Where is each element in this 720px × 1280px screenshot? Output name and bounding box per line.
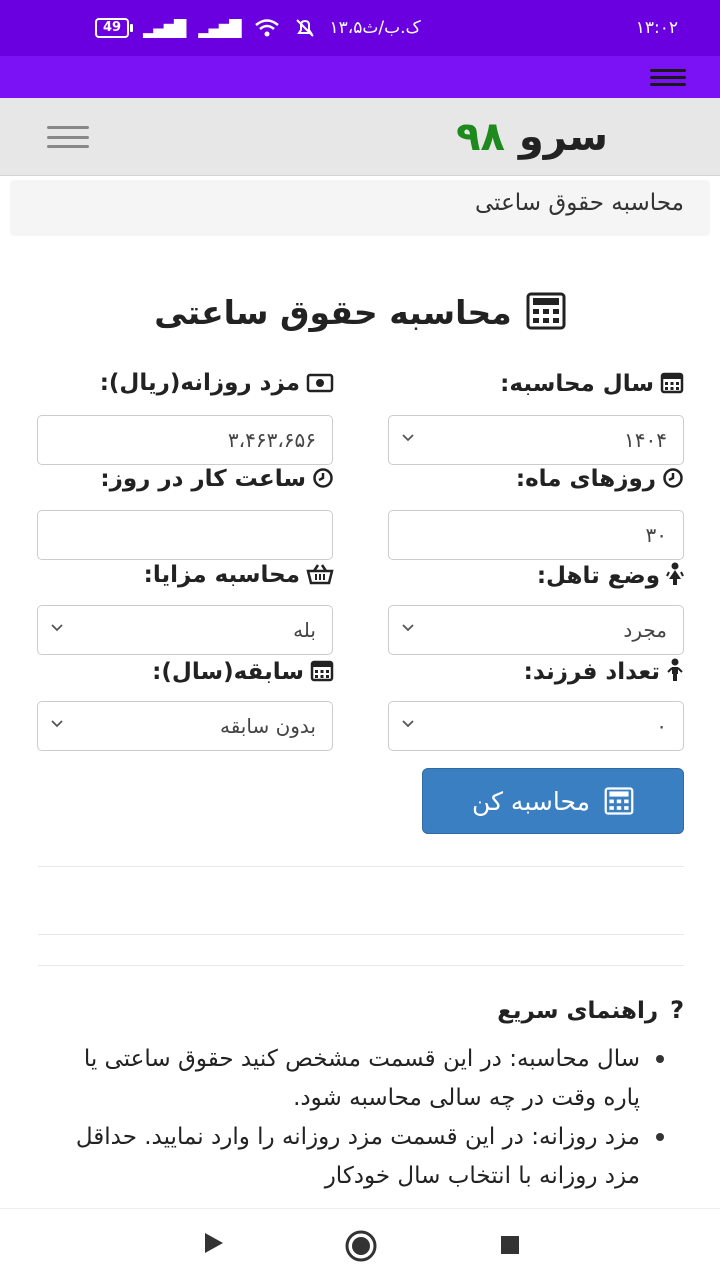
benefits-select[interactable]: بله: [37, 605, 333, 655]
experience-select[interactable]: بدون سابقه: [37, 701, 333, 751]
list-item: مزد روزانه: در این قسمت مزد روزانه را وا…: [70, 1118, 664, 1196]
divider: [38, 934, 684, 935]
network-speed: ۱۳،۵ک.ب/ث: [329, 18, 421, 38]
year-select[interactable]: ۱۴۰۴: [388, 415, 684, 465]
brand-number: ۹۸: [456, 114, 505, 160]
year-label: سال محاسبه:: [500, 370, 684, 397]
status-bar: 49 ▂▄▆█ ▂▄▆█ ۱۳،۵ک.ب/ث ۱۳:۰۲: [0, 0, 720, 56]
status-icons: 49 ▂▄▆█ ▂▄▆█ ۱۳،۵ک.ب/ث: [95, 17, 421, 39]
question-icon: ?: [670, 996, 684, 1024]
children-select[interactable]: ۰: [388, 701, 684, 751]
status-time: ۱۳:۰۲: [635, 18, 678, 38]
daily-wage-input[interactable]: ۳،۴۶۳،۶۵۶: [37, 415, 333, 465]
help-list: سال محاسبه: در این قسمت مشخص کنید حقوق س…: [70, 1040, 664, 1196]
back-icon[interactable]: [203, 1231, 225, 1255]
money-icon: [306, 373, 334, 393]
month-days-label: روزهای ماه:: [516, 466, 684, 492]
child-icon: [667, 658, 683, 681]
month-days-input[interactable]: ۳۰: [388, 510, 684, 560]
battery-icon: 49: [95, 18, 134, 38]
calculate-button[interactable]: محاسبه کن: [422, 768, 684, 834]
chevron-down-icon: [51, 624, 63, 632]
breadcrumb: محاسبه حقوق ساعتی: [10, 180, 710, 236]
nav-toggle-icon[interactable]: [47, 126, 89, 148]
basket-icon: [306, 564, 334, 585]
app-bar: [0, 56, 720, 98]
calendar-icon: [310, 660, 334, 682]
site-logo[interactable]: سرو ۹۸: [456, 114, 608, 160]
calculator-icon: [604, 787, 634, 815]
chevron-down-icon: [402, 624, 414, 632]
work-hours-input[interactable]: [37, 510, 333, 560]
calculate-button-label: محاسبه کن: [472, 786, 590, 816]
help-heading: ?راهنمای سریع: [497, 996, 684, 1024]
chevron-down-icon: [51, 720, 63, 728]
site-navbar: سرو ۹۸: [0, 98, 720, 176]
experience-label: سابقه(سال):: [152, 658, 334, 685]
recents-icon[interactable]: [500, 1235, 520, 1255]
chevron-down-icon: [402, 720, 414, 728]
marital-select[interactable]: مجرد: [388, 605, 684, 655]
work-hours-label: ساعت کار در روز:: [100, 466, 334, 492]
mute-bell-icon: [295, 19, 314, 37]
page-title: محاسبه حقوق ساعتی: [0, 292, 720, 332]
menu-icon[interactable]: [650, 69, 686, 86]
daily-wage-label: مزد روزانه(ریال):: [100, 370, 334, 396]
signal-icon: ▂▄▆█: [143, 18, 186, 38]
chevron-down-icon: [402, 434, 414, 442]
list-item: سال محاسبه: در این قسمت مشخص کنید حقوق س…: [70, 1040, 664, 1118]
divider: [38, 866, 684, 867]
marital-label: وضع تاهل:: [537, 562, 684, 589]
children-label: تعداد فرزند:: [524, 658, 684, 685]
home-icon[interactable]: [344, 1229, 378, 1263]
benefits-label: محاسبه مزایا:: [144, 562, 334, 588]
clock-icon: [313, 468, 333, 488]
divider: [38, 965, 684, 966]
female-person-icon: [666, 562, 684, 585]
calendar-icon: [660, 372, 684, 394]
brand-text: سرو: [518, 114, 608, 160]
clock-icon: [663, 468, 683, 488]
calculator-icon: [526, 292, 566, 330]
wifi-icon: [254, 19, 279, 37]
system-nav-bar: [0, 1208, 720, 1280]
signal-icon-2: ▂▄▆█: [198, 18, 241, 38]
page-title-text: محاسبه حقوق ساعتی: [154, 293, 512, 332]
